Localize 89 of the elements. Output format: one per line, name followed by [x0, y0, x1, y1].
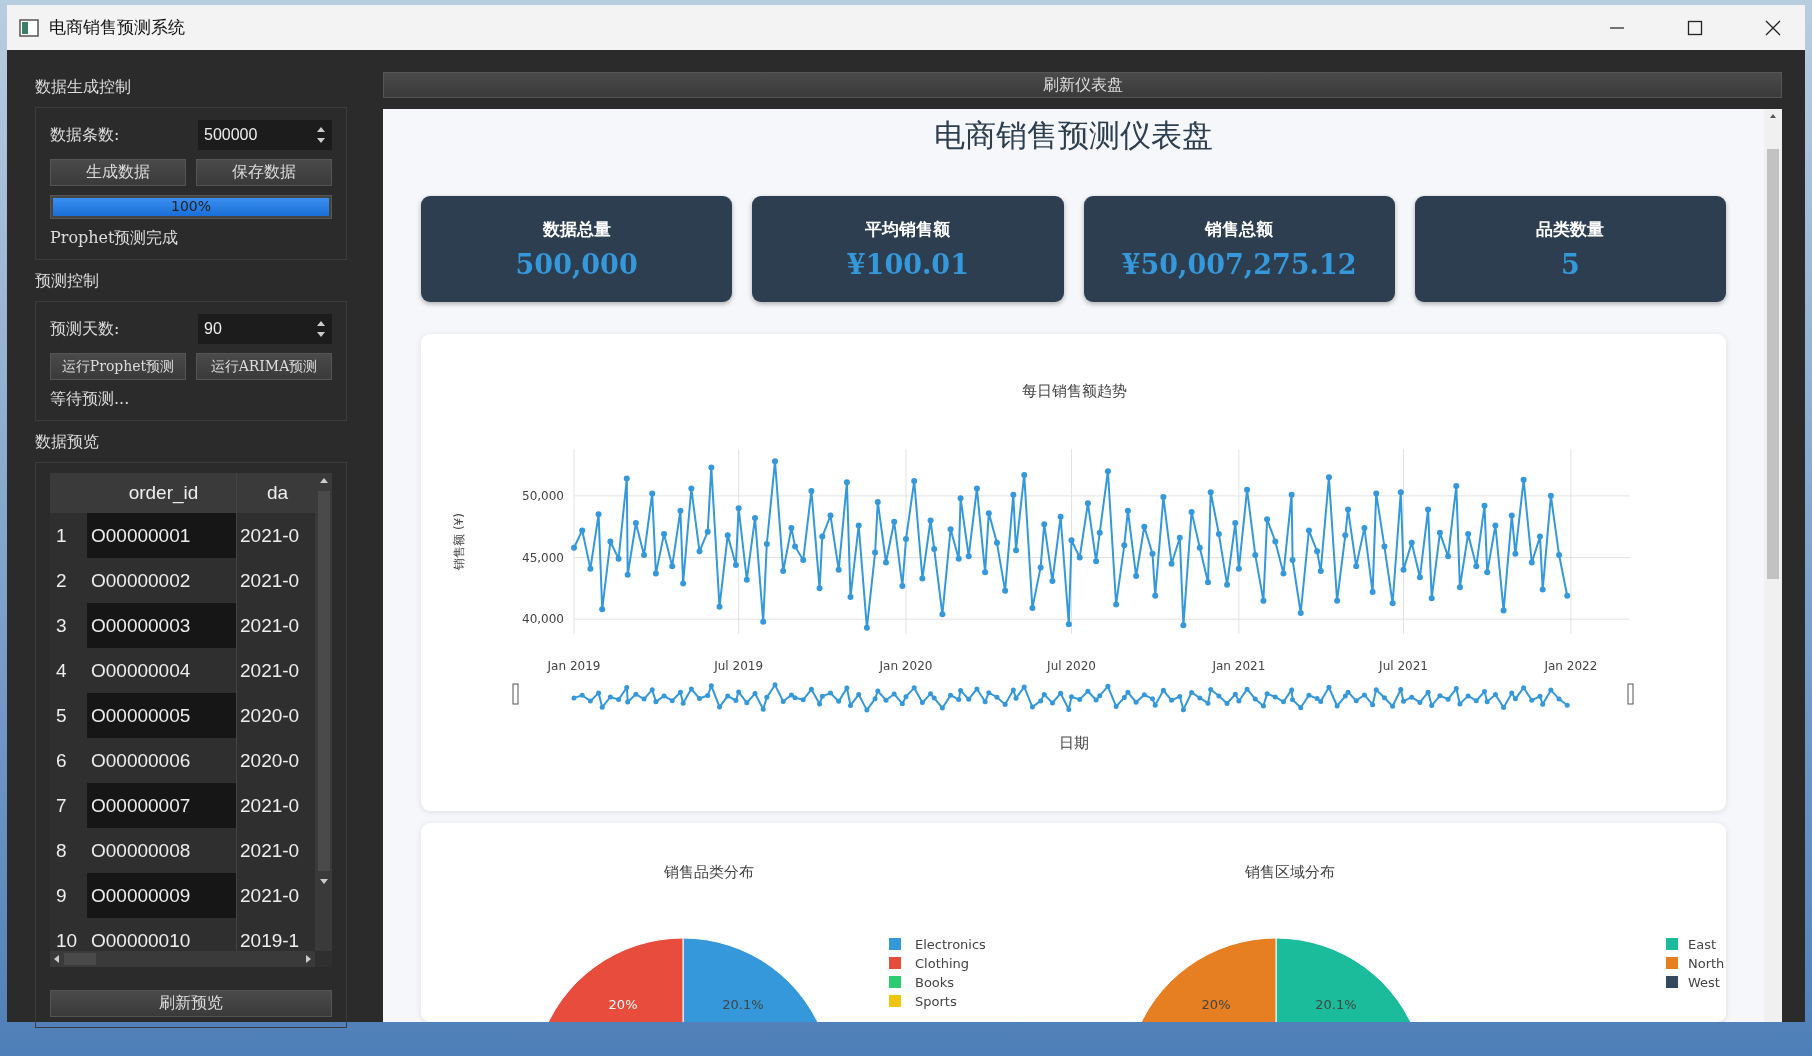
- progress-text: 100%: [170, 198, 212, 214]
- row-number: 10: [55, 928, 79, 951]
- chart-title: 销售品类分布: [664, 863, 754, 881]
- dashboard-title: 电商销售预测仪表盘: [933, 116, 1214, 155]
- stat-label: 品类数量: [1536, 218, 1605, 241]
- table-cell: O00000007: [87, 783, 237, 828]
- table-cell-text: 2021-0: [239, 523, 301, 548]
- table-cell-text: 2021-0: [239, 658, 301, 683]
- y-tick-label: 40,000: [522, 612, 564, 627]
- legend-label[interactable]: Books: [915, 975, 955, 990]
- vertical-scrollbar[interactable]: [1764, 109, 1782, 1022]
- stat-value: ¥100.01: [846, 249, 969, 280]
- column-header[interactable]: da: [237, 473, 315, 513]
- stat-value: ¥50,007,275.12: [1121, 249, 1357, 280]
- y-tick-label: 45,000: [522, 550, 564, 565]
- stat-label: 数据总量: [542, 218, 611, 241]
- field-label: 数据条数:: [50, 124, 120, 146]
- stat-value: 5: [1560, 249, 1580, 280]
- legend-label[interactable]: Sports: [915, 994, 957, 1009]
- close-icon[interactable]: [1765, 19, 1781, 36]
- table-cell: O00000009: [87, 873, 237, 918]
- row-number: 4: [55, 658, 68, 683]
- group-title: 预测控制: [35, 270, 100, 292]
- slice-label: 20%: [1201, 997, 1231, 1013]
- row-number: 5: [55, 703, 68, 728]
- window-icon: [19, 18, 39, 37]
- y-axis-title: 销售额 (¥): [452, 513, 466, 570]
- row-number: 1: [55, 523, 68, 548]
- table-cell-text: 2021-0: [239, 883, 301, 908]
- row-number: 9: [55, 883, 68, 908]
- slice-label: 20.1%: [722, 997, 764, 1013]
- action-button[interactable]: 运行Prophet预测: [50, 353, 186, 380]
- row-number: 7: [55, 793, 68, 818]
- table-cell-text: 2021-0: [239, 838, 301, 863]
- table-cell-text: 2019-1: [239, 928, 301, 951]
- stat-label: 销售总额: [1205, 218, 1274, 241]
- group-title: 数据生成控制: [35, 76, 132, 98]
- table-cell-text: 2020-0: [239, 748, 301, 773]
- table-cell: O00000003: [87, 603, 237, 648]
- days-spinbox[interactable]: 90: [198, 314, 332, 344]
- range-slider-preview[interactable]: [571, 682, 1570, 713]
- x-tick-label: Jul 2019: [714, 659, 764, 673]
- slice-label: 20%: [608, 997, 638, 1013]
- chart-title: 每日销售额趋势: [1021, 382, 1127, 400]
- legend-label[interactable]: Electronics: [915, 937, 986, 952]
- slice-label: 20.1%: [1315, 997, 1357, 1013]
- legend-label[interactable]: North: [1688, 956, 1725, 971]
- stat-label: 平均销售额: [865, 218, 951, 241]
- x-tick-label: Jan 2021: [1212, 659, 1266, 673]
- legend-label[interactable]: Clothing: [915, 956, 970, 971]
- table-cell-text: 2021-0: [239, 793, 301, 818]
- action-button[interactable]: 生成数据: [50, 159, 186, 186]
- table-cell: O00000001: [87, 513, 237, 558]
- x-tick-label: Jan 2022: [1544, 659, 1598, 673]
- range-handle[interactable]: [1627, 683, 1634, 705]
- refresh-preview-button[interactable]: 刷新预览: [50, 990, 332, 1017]
- field-label: 预测天数:: [50, 318, 120, 340]
- table-cell: O00000005: [87, 693, 237, 738]
- legend-label[interactable]: East: [1688, 937, 1717, 952]
- row-number: 2: [55, 568, 68, 593]
- stat-value: 500,000: [515, 249, 638, 280]
- table-cell-text: 2021-0: [239, 613, 301, 638]
- x-axis-title: 日期: [1059, 734, 1089, 752]
- refresh-dashboard-button[interactable]: 刷新仪表盘: [383, 72, 1782, 98]
- window-title: 电商销售预测系统: [49, 16, 185, 39]
- vertical-scrollbar[interactable]: [315, 473, 332, 951]
- count-spinbox[interactable]: 500000: [198, 120, 332, 150]
- status-text: 等待预测...: [50, 389, 131, 410]
- column-header[interactable]: order_id: [87, 473, 237, 513]
- table-cell-text: 2020-0: [239, 703, 301, 728]
- status-text: Prophet预测完成: [50, 228, 180, 249]
- horizontal-scrollbar[interactable]: [50, 951, 315, 967]
- range-handle[interactable]: [512, 683, 519, 705]
- group-title: 数据预览: [35, 431, 100, 453]
- action-button[interactable]: 保存数据: [196, 159, 332, 186]
- legend-label[interactable]: West: [1688, 975, 1720, 990]
- row-number: 6: [55, 748, 68, 773]
- row-number: 8: [55, 838, 68, 863]
- x-tick-label: Jul 2020: [1047, 659, 1096, 673]
- row-number: 3: [55, 613, 68, 638]
- x-tick-label: Jul 2021: [1379, 659, 1428, 673]
- y-tick-label: 50,000: [522, 488, 564, 503]
- action-button[interactable]: 运行ARIMA预测: [196, 353, 332, 380]
- x-tick-label: Jan 2019: [547, 659, 601, 673]
- table-cell-text: 2021-0: [239, 568, 301, 593]
- x-tick-label: Jan 2020: [879, 659, 933, 673]
- scroll-thumb[interactable]: [1767, 149, 1779, 579]
- maximize-icon[interactable]: [1687, 19, 1703, 36]
- chart-title: 销售区域分布: [1245, 863, 1335, 881]
